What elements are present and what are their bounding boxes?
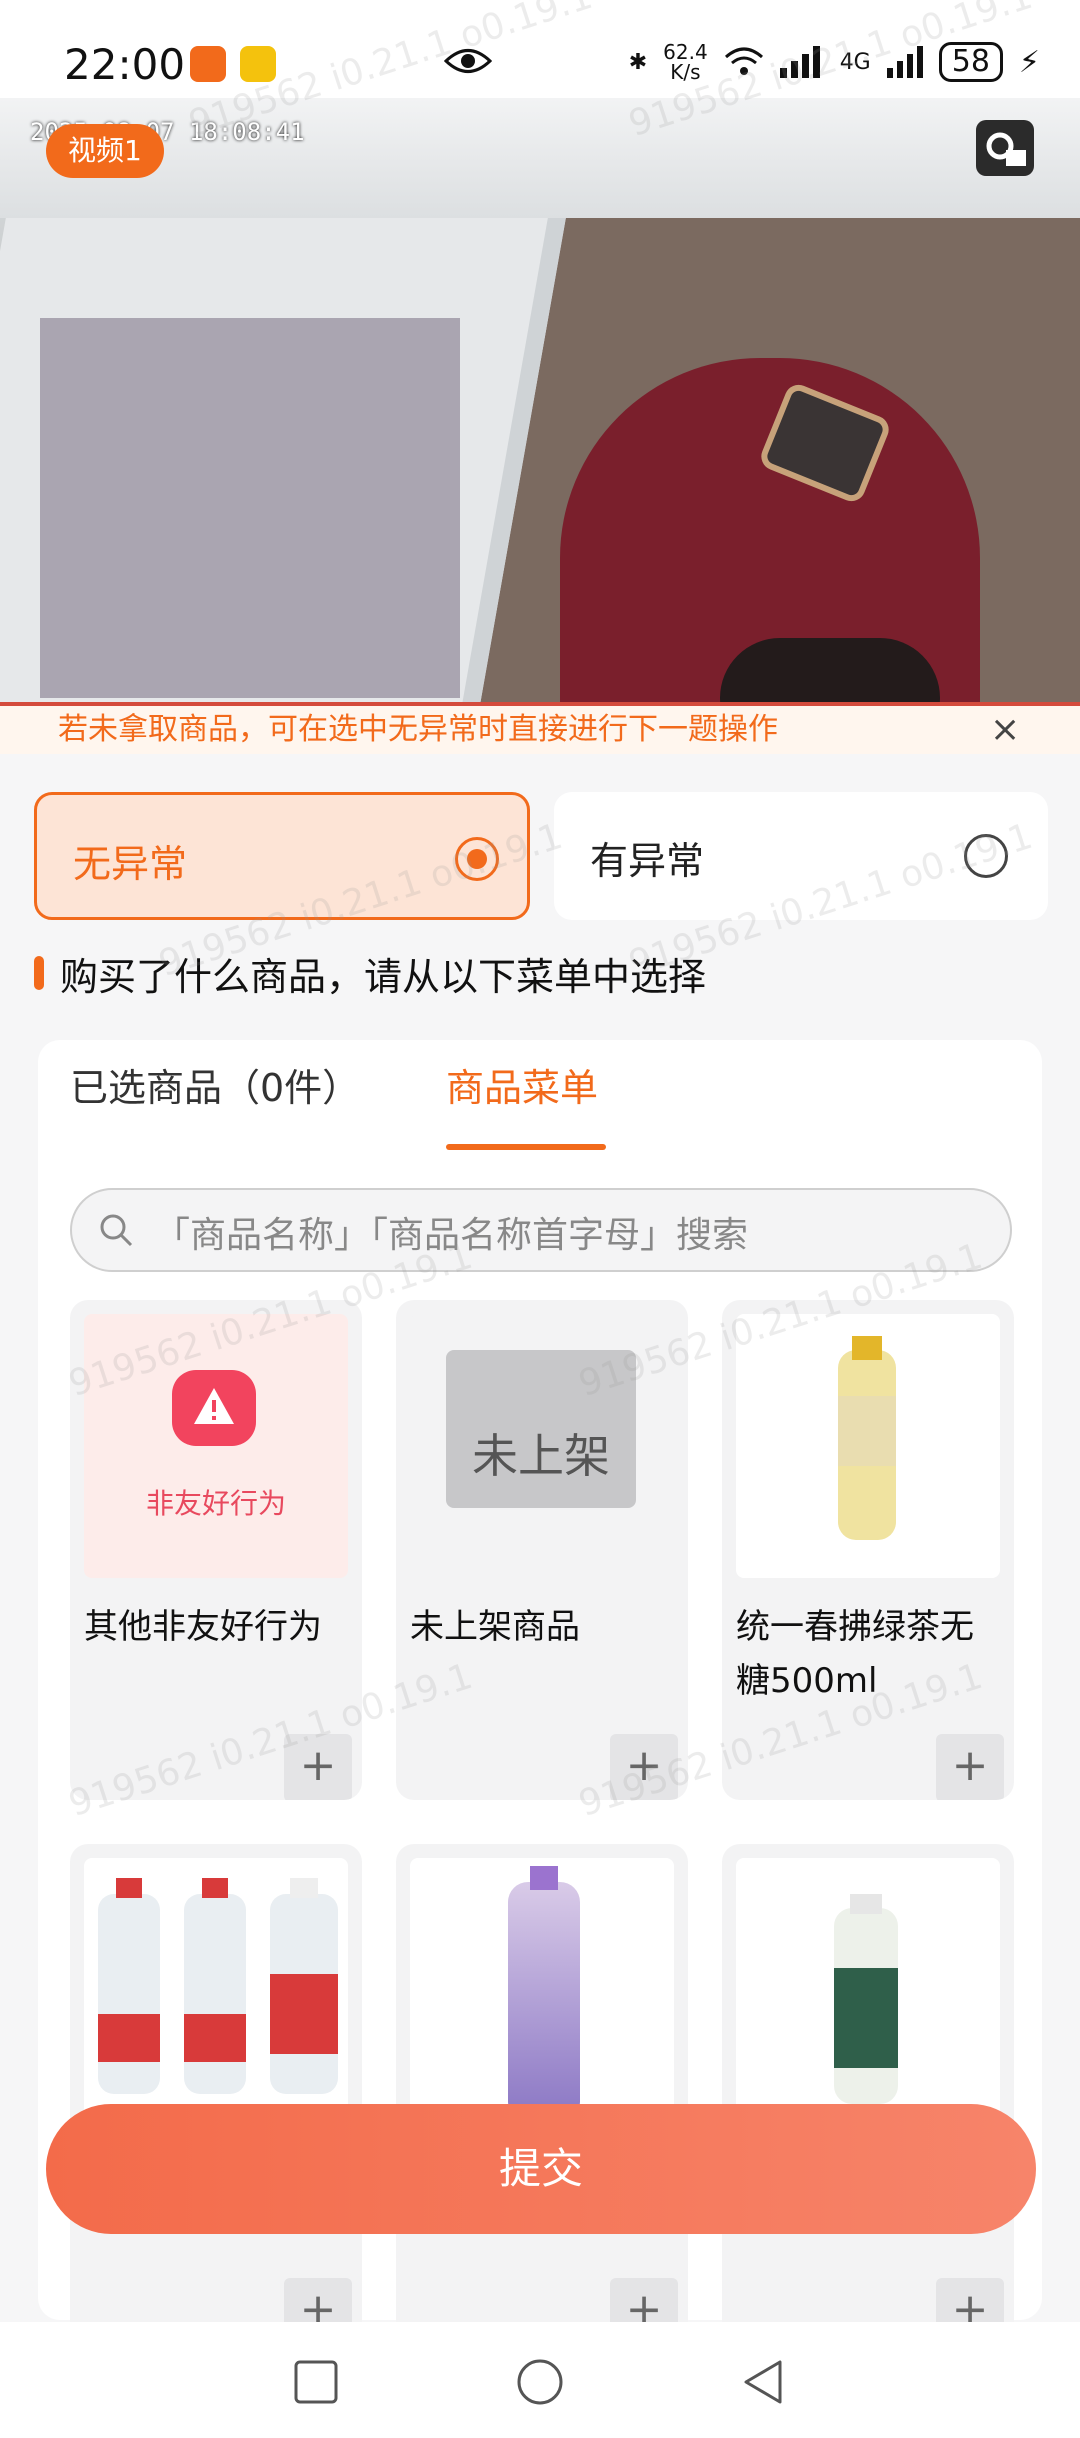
recent-apps-icon[interactable] xyxy=(288,2354,344,2410)
abnormal-option-label: 有异常 xyxy=(590,839,705,883)
network-speed: 62.4 K/s xyxy=(663,40,708,84)
signal-icon-2 xyxy=(886,46,923,78)
drink-bottle xyxy=(834,1894,898,2104)
image-label: 非友好行为 xyxy=(145,1487,286,1520)
battery-indicator: 58 xyxy=(938,42,1003,82)
product-image: 未上架 xyxy=(410,1314,674,1578)
back-icon[interactable] xyxy=(736,2354,792,2410)
product-image xyxy=(84,1858,348,2122)
product-item[interactable]: 非友好行为 其他非友好行为 + xyxy=(70,1300,362,1800)
product-name: 未上架商品 xyxy=(410,1607,580,1647)
product-name: 统一春拂绿茶无糖500ml xyxy=(736,1607,974,1701)
normal-option-label: 无异常 xyxy=(73,842,188,886)
product-item[interactable]: + xyxy=(396,1844,688,2344)
video-player[interactable] xyxy=(0,98,1080,706)
abnormal-option[interactable]: 有异常 xyxy=(554,792,1048,920)
search-placeholder: 「商品名称」「商品名称首字母」搜索 xyxy=(154,1215,749,1256)
wifi-icon xyxy=(724,47,763,75)
system-nav-bar xyxy=(0,2322,1080,2438)
search-input[interactable]: 「商品名称」「商品名称首字母」搜索 xyxy=(70,1188,1012,1272)
image-label: 未上架 xyxy=(472,1429,610,1483)
submit-button[interactable]: 提交 xyxy=(46,2104,1036,2234)
video-tab-badge[interactable]: 视频1 xyxy=(46,124,164,178)
taobao-app-icon xyxy=(190,46,226,82)
home-icon[interactable] xyxy=(512,2354,568,2410)
radio-selected-icon[interactable] xyxy=(455,837,499,881)
box-icon: 未上架 xyxy=(446,1350,636,1508)
normal-option[interactable]: 无异常 xyxy=(34,792,530,920)
warning-icon xyxy=(172,1370,256,1446)
tip-banner: 若未拿取商品，可在选中无异常时直接进行下一题操作 × xyxy=(0,706,1080,754)
bluetooth-icon: ✱ xyxy=(628,49,648,75)
product-image xyxy=(410,1858,674,2122)
product-item[interactable]: + xyxy=(722,1844,1014,2344)
add-button[interactable]: + xyxy=(284,1734,352,1800)
tab-product-menu[interactable]: 商品菜单 xyxy=(446,1060,598,1116)
add-button[interactable]: + xyxy=(610,1734,678,1800)
product-item[interactable]: 统一春拂绿茶无糖500ml + xyxy=(722,1300,1014,1800)
product-item[interactable]: 未上架 未上架商品 + xyxy=(396,1300,688,1800)
charging-icon: ⚡ xyxy=(1018,44,1040,80)
status-time: 22:00 xyxy=(64,40,186,89)
app-notification-icon xyxy=(240,46,276,82)
close-icon[interactable]: × xyxy=(990,710,1020,750)
search-icon xyxy=(100,1214,133,1247)
status-bar: 22:00 ✱ 62.4 K/s 4G 58 ⚡ xyxy=(0,0,1080,98)
product-item[interactable]: + xyxy=(70,1844,362,2344)
tab-selected-products[interactable]: 已选商品（0件） xyxy=(70,1060,360,1116)
signal-icon xyxy=(779,46,820,78)
product-image: 非友好行为 xyxy=(84,1314,348,1578)
section-accent-bar xyxy=(34,956,44,990)
water-bottle xyxy=(508,1866,580,2122)
add-button[interactable]: + xyxy=(936,1734,1004,1800)
product-image xyxy=(736,1858,1000,2122)
product-name: 其他非友好行为 xyxy=(84,1607,322,1647)
video-settings-icon[interactable] xyxy=(976,120,1034,176)
eye-icon xyxy=(444,49,492,73)
tea-bottle xyxy=(838,1336,896,1540)
radio-unselected-icon[interactable] xyxy=(964,834,1008,878)
section-title: 购买了什么商品，请从以下菜单中选择 xyxy=(34,948,706,999)
network-type: 4G xyxy=(839,49,871,75)
active-tab-indicator xyxy=(446,1144,606,1150)
tip-text: 若未拿取商品，可在选中无异常时直接进行下一题操作 xyxy=(58,712,778,747)
product-image xyxy=(736,1314,1000,1578)
